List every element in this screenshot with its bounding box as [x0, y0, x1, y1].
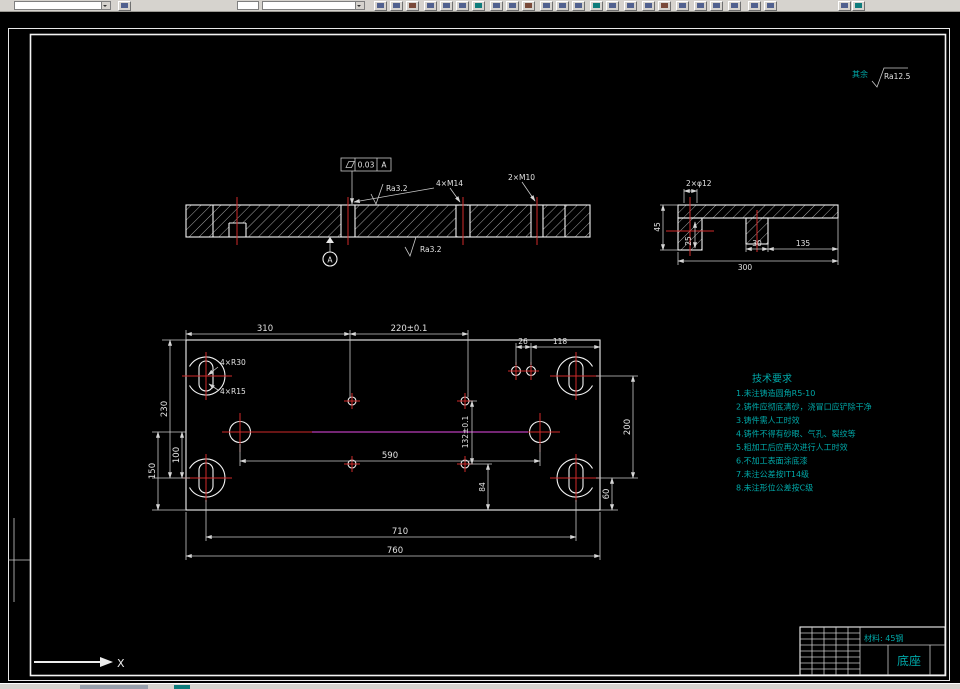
dim-84[interactable]: 84: [478, 482, 487, 492]
ra-top-label[interactable]: Ra3.2: [386, 184, 408, 193]
dim-60[interactable]: 60: [602, 489, 612, 500]
tech-requirement-line: 5.粗加工后应再次进行人工时效: [736, 442, 848, 452]
tech-requirement-line: 8.未注形位公差按C级: [736, 483, 813, 493]
toolbar-icon[interactable]: [748, 1, 761, 11]
dim-150[interactable]: 150: [148, 463, 158, 479]
datum-letter: A: [327, 256, 333, 265]
toolbar-icon[interactable]: [456, 1, 469, 11]
dim-300[interactable]: 300: [738, 263, 753, 272]
dim-45[interactable]: 45: [653, 222, 662, 232]
flatness-symbol-icon: [345, 161, 355, 168]
tech-requirements-title: 技术要求: [752, 372, 792, 385]
chevron-down-icon[interactable]: [101, 2, 110, 9]
dim-30[interactable]: 30: [752, 239, 762, 248]
thread-callout-m14[interactable]: 4×M14: [436, 179, 463, 188]
tech-requirement-line: 4.铸件不得有砂眼、气孔、裂纹等: [736, 429, 856, 439]
statusbar-segment[interactable]: [174, 685, 190, 689]
dim-220[interactable]: 220±0.1: [391, 324, 428, 334]
toolbar: [0, 0, 960, 12]
toolbar-icon[interactable]: [658, 1, 671, 11]
drawing-canvas[interactable]: 其余 Ra12.5 0.03 A Ra3.2 Ra3.2 4×M14 2×M10…: [0, 12, 960, 683]
surface-note-prefix: 其余: [852, 69, 868, 79]
ucs-icon[interactable]: X: [34, 657, 125, 670]
dim-135[interactable]: 135: [796, 239, 811, 248]
fcf-tolerance: 0.03: [358, 161, 375, 170]
toolbar-icon[interactable]: [728, 1, 741, 11]
ra-bottom-label[interactable]: Ra3.2: [420, 245, 442, 254]
toolbar-icon[interactable]: [676, 1, 689, 11]
toolbar-icon[interactable]: [390, 1, 403, 11]
toolbar-icon[interactable]: [606, 1, 619, 11]
dim-710[interactable]: 710: [392, 527, 408, 537]
surface-finish-icon: [404, 236, 417, 258]
datum-symbol[interactable]: A: [322, 237, 338, 267]
toolbar-icon[interactable]: [710, 1, 723, 11]
radius-callout-r30[interactable]: 4×R30: [220, 358, 246, 367]
surface-roughness-note[interactable]: 其余 Ra12.5: [852, 67, 911, 88]
surface-finish-icon: [370, 183, 384, 206]
hole-callout-phi12[interactable]: 2×φ12: [686, 179, 712, 188]
side-section-view[interactable]: 2×φ12 45 25 30 135 300: [653, 179, 839, 272]
toolbar-icon[interactable]: [590, 1, 603, 11]
front-section-view[interactable]: 0.03 A Ra3.2 Ra3.2 4×M14 2×M10 A: [185, 157, 591, 267]
toolbar-icon[interactable]: [694, 1, 707, 11]
toolbar-icon[interactable]: [490, 1, 503, 11]
toolbar-icon[interactable]: [556, 1, 569, 11]
toolbar-icon[interactable]: [374, 1, 387, 11]
fcf-datum: A: [381, 161, 387, 170]
dim-118[interactable]: 118: [553, 337, 568, 346]
ucs-x-label: X: [117, 657, 125, 670]
dim-132[interactable]: 132±0.1: [461, 416, 470, 449]
dim-590[interactable]: 590: [382, 451, 398, 461]
tech-requirement-line: 6.不加工表面涂底漆: [736, 456, 808, 466]
toolbar-icon[interactable]: [424, 1, 437, 11]
toolbar-field[interactable]: [237, 1, 259, 10]
toolbar-icon[interactable]: [472, 1, 485, 11]
tech-requirement-line: 1.未注铸造圆角R5-10: [736, 388, 815, 398]
tech-requirement-line: 7.未注公差按IT14级: [736, 469, 809, 479]
corner-slot[interactable]: [182, 352, 600, 502]
toolbar-icon[interactable]: [506, 1, 519, 11]
title-block[interactable]: 材料: 45钢 底座: [799, 626, 946, 676]
dim-100[interactable]: 100: [172, 447, 182, 463]
toolbar-icon[interactable]: [118, 1, 131, 11]
toolbar-icon[interactable]: [440, 1, 453, 11]
toolbar-icon[interactable]: [572, 1, 585, 11]
statusbar-segment[interactable]: [80, 685, 148, 689]
surface-note-value: Ra12.5: [884, 72, 911, 81]
toolbar-combobox[interactable]: [14, 1, 111, 10]
dim-26[interactable]: 26: [518, 337, 528, 346]
dim-200[interactable]: 200: [623, 419, 633, 435]
dim-760[interactable]: 760: [387, 546, 403, 556]
toolbar-icon[interactable]: [624, 1, 637, 11]
sheet-frame[interactable]: [8, 28, 950, 681]
toolbar-combobox[interactable]: [262, 1, 365, 10]
toolbar-icon[interactable]: [540, 1, 553, 11]
tech-requirements[interactable]: 技术要求 1.未注铸造圆角R5-10 2.铸件应彻底清砂，浇冒口应铲除干净 3.…: [736, 372, 872, 493]
toolbar-icon[interactable]: [522, 1, 535, 11]
tech-requirement-line: 2.铸件应彻底清砂，浇冒口应铲除干净: [736, 402, 872, 412]
dim-230[interactable]: 230: [160, 401, 170, 417]
tech-requirement-line: 3.铸件需人工时效: [736, 415, 800, 425]
frame-fold-mark: [8, 518, 30, 602]
toolbar-icon[interactable]: [642, 1, 655, 11]
toolbar-icon[interactable]: [838, 1, 851, 11]
ucs-x-arrow-icon: [100, 657, 113, 667]
dim-25[interactable]: 25: [684, 236, 693, 246]
radius-callout-r15[interactable]: 4×R15: [220, 387, 246, 396]
plan-view[interactable]: 310 220±0.1 26 118 230 100 150 590 132±0…: [148, 324, 638, 560]
centerlines: [344, 362, 539, 472]
part-name: 底座: [897, 653, 921, 668]
chevron-down-icon[interactable]: [355, 2, 364, 9]
toolbar-icon[interactable]: [406, 1, 419, 11]
toolbar-icon[interactable]: [764, 1, 777, 11]
statusbar: [0, 683, 960, 689]
dim-310[interactable]: 310: [257, 324, 273, 334]
material-label: 材料: 45钢: [864, 633, 903, 643]
toolbar-icon[interactable]: [852, 1, 865, 11]
thread-callout-m10[interactable]: 2×M10: [508, 173, 535, 182]
